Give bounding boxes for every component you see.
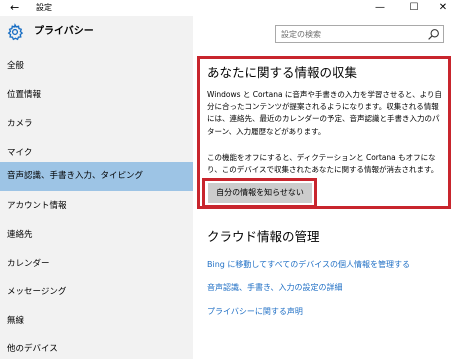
link-speech-settings-details[interactable]: 音声認識、手書き、入力の設定の詳細 bbox=[207, 282, 342, 294]
minimize-button[interactable]: — bbox=[365, 0, 395, 16]
window-title: 設定 bbox=[36, 3, 52, 12]
sidebar-item-general[interactable]: 全般 bbox=[0, 52, 193, 81]
page-header: プライバシー bbox=[0, 16, 193, 50]
description-paragraph: Windows と Cortana に音声や手書きの入力を学習させると、より自分… bbox=[207, 90, 442, 136]
sidebar-item-contacts[interactable]: 連絡先 bbox=[0, 221, 193, 250]
link-bing-manage-info[interactable]: Bing に移動してすべてのデバイスの個人情報を管理する bbox=[207, 259, 410, 271]
search-icon[interactable] bbox=[427, 28, 440, 41]
title-bar: ← 設定 — ☐ ✕ bbox=[0, 0, 457, 16]
sidebar-item-camera[interactable]: カメラ bbox=[0, 110, 193, 139]
section-title-cloud-info: クラウド情報の管理 bbox=[207, 229, 320, 244]
sidebar-item-radios[interactable]: 無線 bbox=[0, 307, 193, 336]
search-placeholder: 設定の検索 bbox=[281, 30, 321, 39]
highlight-box-button bbox=[202, 178, 317, 208]
sidebar: プライバシー 全般 位置情報 カメラ マイク 音声認識、手書き入力、タイピング … bbox=[0, 16, 193, 359]
page-title: プライバシー bbox=[34, 26, 94, 37]
warning-paragraph: この機能をオフにすると、ディクテーションと Cortana もオフになり、このデ… bbox=[207, 153, 439, 175]
back-arrow-icon[interactable]: ← bbox=[10, 1, 19, 15]
link-privacy-statement[interactable]: プライバシーに関する声明 bbox=[207, 306, 303, 318]
sidebar-item-messaging[interactable]: メッセージング bbox=[0, 278, 193, 307]
sidebar-item-account-info[interactable]: アカウント情報 bbox=[0, 192, 193, 221]
sidebar-item-calendar[interactable]: カレンダー bbox=[0, 250, 193, 279]
close-button[interactable]: ✕ bbox=[428, 0, 457, 16]
maximize-button[interactable]: ☐ bbox=[399, 0, 429, 16]
section-title-info-collection: あなたに関する情報の収集 bbox=[207, 65, 358, 80]
gear-icon bbox=[7, 23, 24, 41]
sidebar-item-location[interactable]: 位置情報 bbox=[0, 81, 193, 110]
search-input[interactable]: 設定の検索 bbox=[275, 25, 444, 43]
sidebar-item-speech-inking-typing[interactable]: 音声認識、手書き入力、タイピング bbox=[0, 162, 193, 191]
sidebar-item-other-devices[interactable]: 他のデバイス bbox=[0, 335, 193, 359]
